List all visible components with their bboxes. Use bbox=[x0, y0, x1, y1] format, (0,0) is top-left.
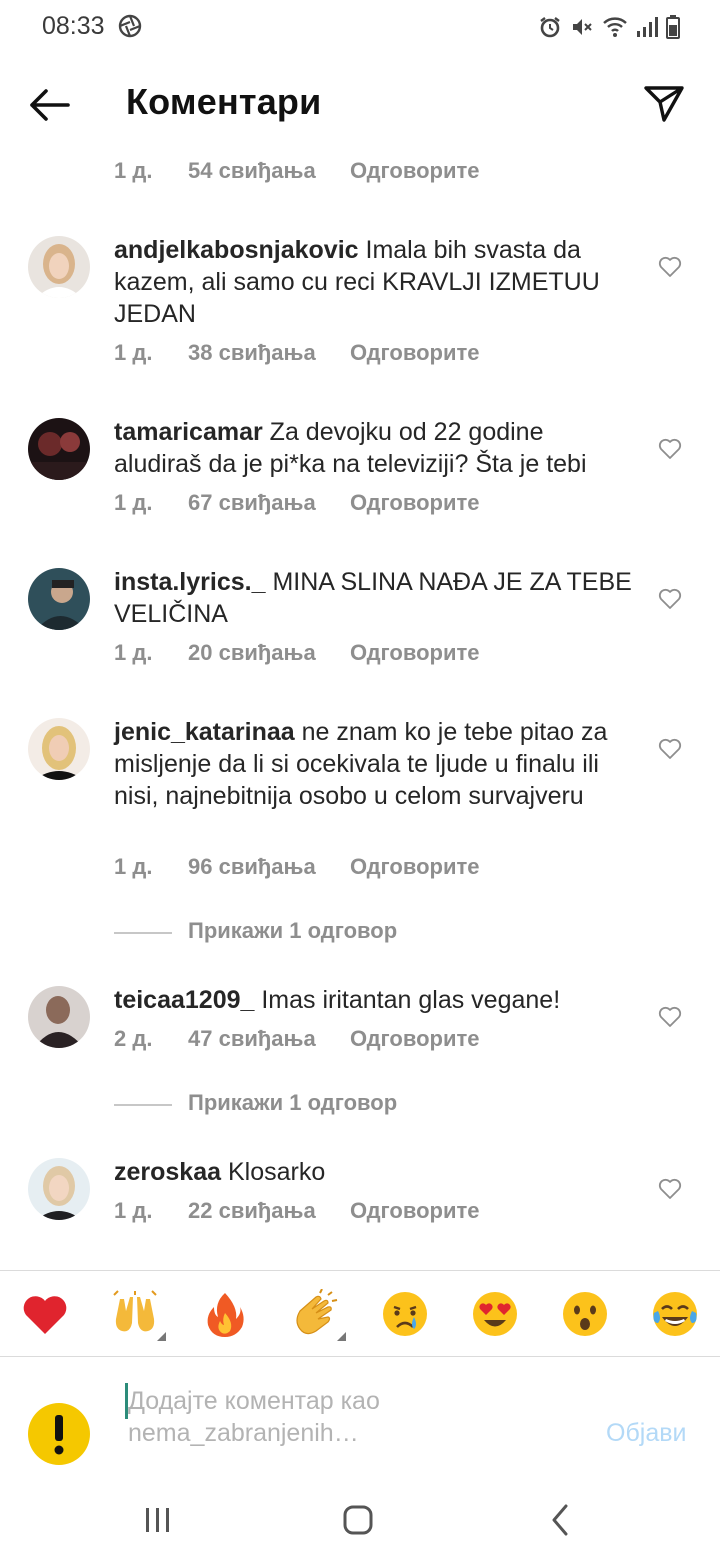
comment-text: andjelkabosnjakovic Imala bih svasta da … bbox=[114, 234, 634, 330]
wifi-icon bbox=[602, 15, 628, 39]
comment-username[interactable]: andjelkabosnjakovic bbox=[114, 236, 359, 264]
comment-body: Klosarko bbox=[227, 1158, 326, 1186]
reply-button[interactable]: Одговорите bbox=[350, 158, 480, 184]
reply-button[interactable]: Одговорите bbox=[350, 1026, 480, 1052]
heart-icon[interactable] bbox=[658, 588, 682, 610]
alarm-icon bbox=[538, 15, 562, 39]
exclamation-icon bbox=[28, 1403, 90, 1465]
view-replies-label[interactable]: Прикажи 1 одговор bbox=[188, 1090, 397, 1116]
replies-divider bbox=[114, 1104, 172, 1106]
comment-username[interactable]: jenic_katarinaa bbox=[114, 718, 295, 746]
view-replies-label[interactable]: Прикажи 1 одговор bbox=[188, 918, 397, 944]
comment-likes[interactable]: 20 свиђања bbox=[188, 640, 316, 666]
back-icon[interactable] bbox=[540, 1500, 580, 1540]
comment-username[interactable]: teicaa1209_ bbox=[114, 986, 254, 1014]
avatar[interactable] bbox=[28, 1158, 90, 1220]
signal-icon bbox=[636, 15, 658, 39]
status-time: 08:33 bbox=[42, 12, 105, 40]
comment-likes[interactable]: 96 свиђања bbox=[188, 854, 316, 880]
comment-time: 1 д. bbox=[114, 640, 153, 665]
header: Коментари bbox=[0, 62, 720, 146]
view-replies-button[interactable]: Прикажи 1 одговор bbox=[114, 918, 514, 948]
page-title: Коментари bbox=[126, 81, 322, 122]
comment-likes[interactable]: 67 свиђања bbox=[188, 490, 316, 516]
fire-emoji[interactable] bbox=[200, 1289, 250, 1339]
crying-face-emoji[interactable] bbox=[380, 1289, 430, 1339]
heart-icon[interactable] bbox=[658, 1006, 682, 1028]
comment-body: Imas iritantan glas vegane! bbox=[261, 986, 561, 1014]
comment-likes[interactable]: 22 свиђања bbox=[188, 1198, 316, 1224]
comment-time: 1 д. bbox=[114, 340, 153, 365]
avatar[interactable] bbox=[28, 986, 90, 1048]
battery-icon bbox=[666, 15, 680, 39]
comment-composer: Додајте коментар као nema_zabranjenih… О… bbox=[0, 1356, 720, 1480]
aperture-icon bbox=[118, 14, 142, 38]
heart-icon[interactable] bbox=[658, 438, 682, 460]
raising-hands-emoji[interactable] bbox=[110, 1289, 166, 1341]
comment-username[interactable]: insta.lyrics._ bbox=[114, 568, 265, 596]
surprised-face-emoji[interactable] bbox=[560, 1289, 610, 1339]
comment-username[interactable]: zeroskaa bbox=[114, 1158, 221, 1186]
heart-eyes-emoji[interactable] bbox=[470, 1289, 520, 1339]
heart-icon[interactable] bbox=[658, 256, 682, 278]
comment-time: 1 д. bbox=[114, 490, 153, 515]
skin-tone-indicator bbox=[337, 1332, 346, 1341]
comment-likes[interactable]: 54 свиђања bbox=[188, 158, 316, 184]
comment-time: 1 д. bbox=[114, 158, 153, 183]
replies-divider bbox=[114, 932, 172, 934]
share-button[interactable] bbox=[640, 80, 688, 128]
reply-button[interactable]: Одговорите bbox=[350, 490, 480, 516]
comment-text: jenic_katarinaa ne znam ko je tebe pitao… bbox=[114, 716, 634, 812]
comment-time: 1 д. bbox=[114, 854, 153, 879]
system-nav-bar bbox=[0, 1480, 720, 1560]
tears-of-joy-emoji[interactable] bbox=[650, 1289, 700, 1339]
heart-icon[interactable] bbox=[658, 1178, 682, 1200]
skin-tone-indicator bbox=[157, 1332, 166, 1341]
post-button[interactable]: Објави bbox=[606, 1419, 686, 1448]
avatar[interactable] bbox=[28, 236, 90, 298]
avatar[interactable] bbox=[28, 568, 90, 630]
red-heart-emoji[interactable] bbox=[20, 1289, 70, 1339]
home-icon[interactable] bbox=[338, 1500, 378, 1540]
comment-time: 1 д. bbox=[114, 1198, 153, 1223]
back-button[interactable] bbox=[26, 82, 72, 128]
comment-text: insta.lyrics._ MINA SLINA NAĐA JE ZA TEB… bbox=[114, 566, 634, 630]
comment-text: tamaricamar Za devojku od 22 godine alud… bbox=[114, 416, 634, 480]
reply-button[interactable]: Одговорите bbox=[350, 1198, 480, 1224]
status-icons bbox=[538, 14, 680, 40]
comment-text: zeroskaa Klosarko bbox=[114, 1156, 634, 1188]
mute-icon bbox=[570, 15, 594, 39]
comment-input[interactable]: Додајте коментар као nema_zabranjenih… bbox=[128, 1385, 458, 1449]
emoji-bar bbox=[0, 1270, 720, 1356]
comment-likes[interactable]: 47 свиђања bbox=[188, 1026, 316, 1052]
reply-button[interactable]: Одговорите bbox=[350, 854, 480, 880]
comment-username[interactable]: tamaricamar bbox=[114, 418, 263, 446]
reply-button[interactable]: Одговорите bbox=[350, 340, 480, 366]
recent-apps-icon[interactable] bbox=[138, 1500, 178, 1540]
paper-plane-icon bbox=[644, 86, 684, 122]
comment-time: 2 д. bbox=[114, 1026, 153, 1051]
clapping-hands-emoji[interactable] bbox=[290, 1289, 346, 1341]
view-replies-button[interactable]: Прикажи 1 одговор bbox=[114, 1090, 514, 1120]
reply-button[interactable]: Одговорите bbox=[350, 640, 480, 666]
status-bar: 08:33 bbox=[0, 0, 720, 56]
back-arrow-icon bbox=[30, 89, 70, 121]
avatar[interactable] bbox=[28, 418, 90, 480]
comment-text: teicaa1209_ Imas iritantan glas vegane! bbox=[114, 984, 634, 1016]
avatar[interactable] bbox=[28, 718, 90, 780]
comment-likes[interactable]: 38 свиђања bbox=[188, 340, 316, 366]
heart-icon[interactable] bbox=[658, 738, 682, 760]
